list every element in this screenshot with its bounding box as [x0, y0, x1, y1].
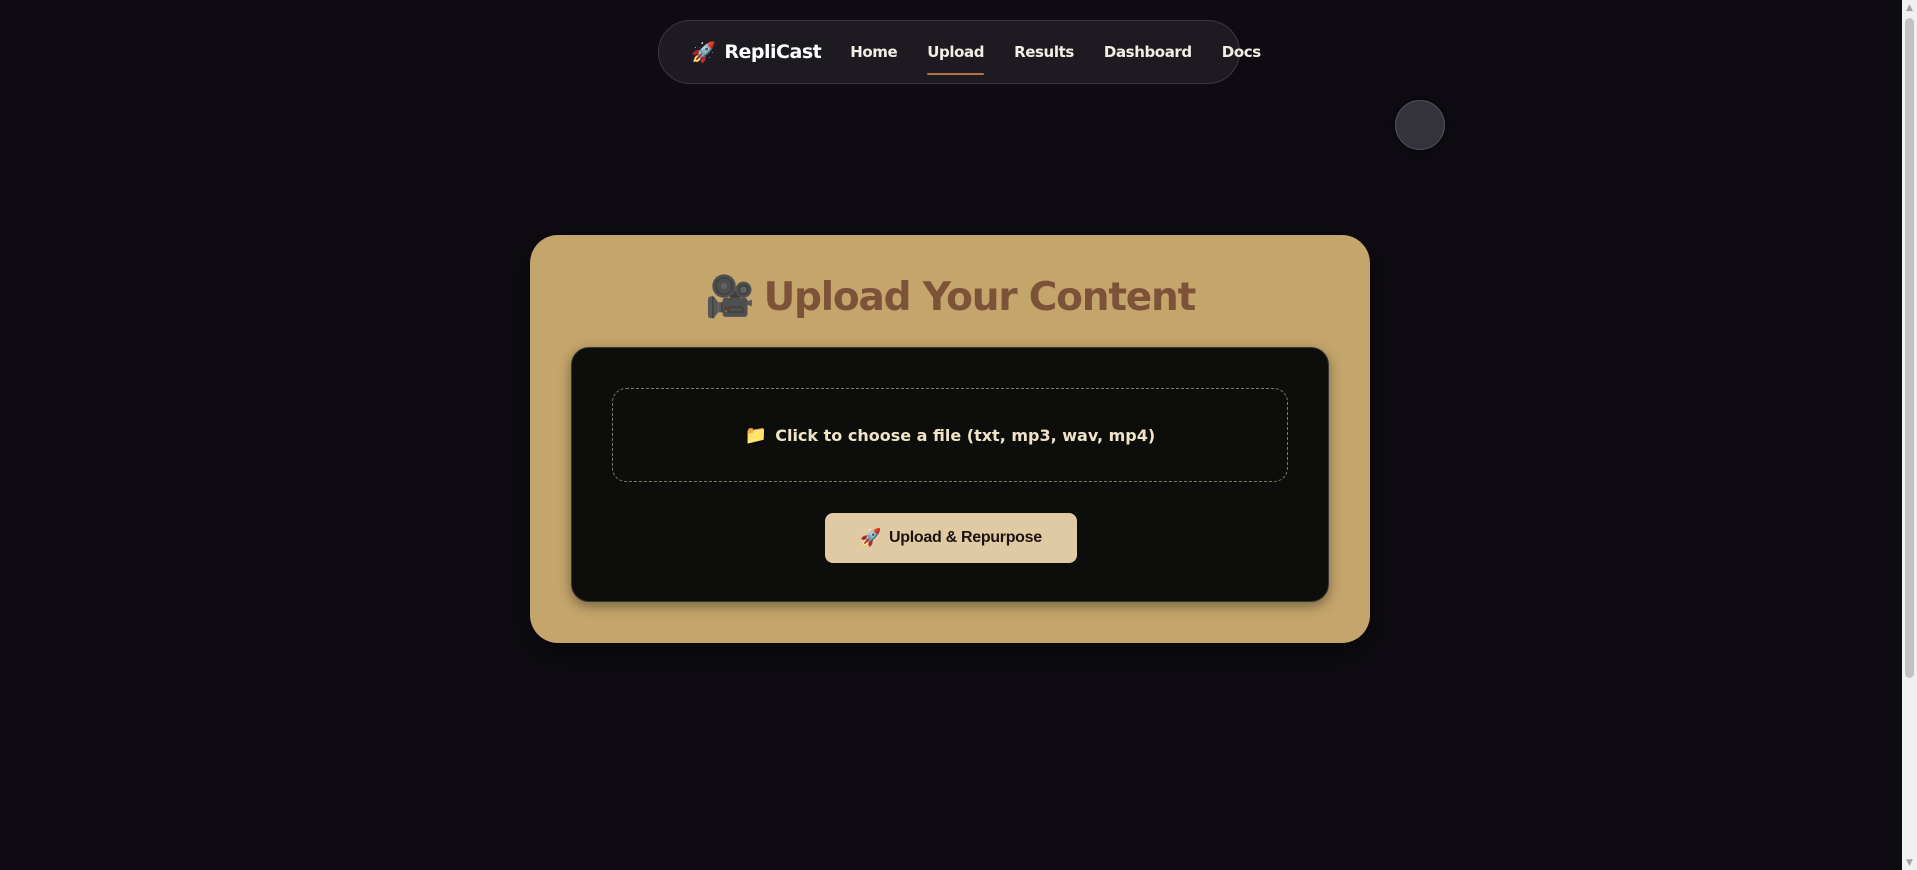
scrollbar-thumb[interactable]	[1905, 18, 1914, 678]
page-title-text: Upload Your Content	[763, 275, 1197, 320]
brand-name: RepliCast	[724, 41, 822, 63]
rocket-icon: 🚀	[860, 528, 882, 547]
brand-logo[interactable]: 🚀 RepliCast	[691, 40, 822, 64]
folder-icon: 📁	[744, 424, 768, 446]
theme-toggle-button[interactable]	[1395, 100, 1445, 150]
top-navbar: 🚀 RepliCast Home Upload Results Dashboar…	[658, 20, 1261, 84]
dropzone-label: Click to choose a file (txt, mp3, wav, m…	[775, 425, 1156, 445]
nav-link-results[interactable]: Results	[1014, 37, 1074, 67]
upload-repurpose-button[interactable]: 🚀 Upload & Repurpose	[825, 513, 1077, 563]
nav-link-docs[interactable]: Docs	[1222, 37, 1261, 67]
nav-link-upload[interactable]: Upload	[927, 37, 985, 75]
nav-link-home[interactable]: Home	[850, 37, 897, 67]
page-title: 🎥 Upload Your Content	[530, 273, 1370, 320]
upload-button-label: Upload & Repurpose	[889, 529, 1042, 546]
upload-card: 🎥 Upload Your Content 📁 Click to choose a…	[530, 235, 1370, 643]
scroll-down-arrow-icon[interactable]: ▼	[1902, 855, 1917, 870]
nav-link-dashboard[interactable]: Dashboard	[1104, 37, 1192, 67]
movie-camera-icon: 🎥	[704, 274, 755, 320]
vertical-scrollbar[interactable]: ▲ ▼	[1902, 0, 1917, 870]
page: 🚀 RepliCast Home Upload Results Dashboar…	[0, 0, 1917, 870]
rocket-icon: 🚀	[691, 40, 716, 64]
file-dropzone[interactable]: 📁 Click to choose a file (txt, mp3, wav,…	[612, 388, 1288, 482]
upload-panel: 📁 Click to choose a file (txt, mp3, wav,…	[571, 347, 1329, 602]
scroll-up-arrow-icon[interactable]: ▲	[1902, 0, 1917, 15]
